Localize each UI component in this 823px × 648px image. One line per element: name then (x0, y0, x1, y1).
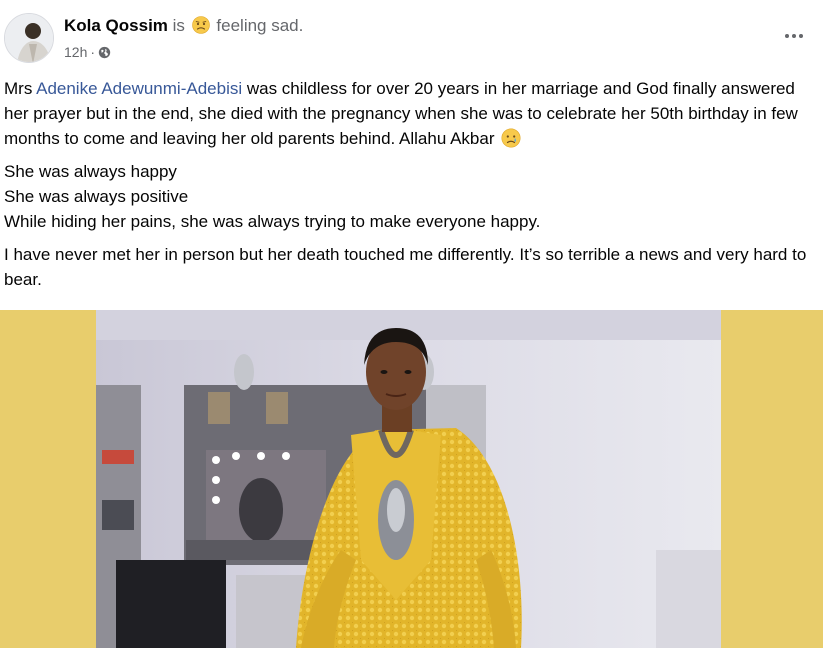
paragraph-1: Mrs Adenike Adewunmi-Adebisi was childle… (4, 76, 816, 151)
paragraph-2-line-1: She was always happy (4, 162, 177, 181)
paragraph-3: I have never met her in person but her d… (4, 245, 807, 289)
paragraph-2-line-3: While hiding her pains, she was always t… (4, 212, 541, 231)
paragraph-2-line-2: She was always positive (4, 187, 189, 206)
post-meta: 12h · (64, 43, 111, 61)
woman-portrait-image (96, 310, 721, 648)
paragraph-2: She was always happy She was always posi… (4, 159, 816, 234)
post-timestamp[interactable]: 12h (64, 43, 87, 61)
crying-face-icon (501, 128, 521, 148)
post-header: Kola Qossim is feeling sad. 12h · (0, 0, 823, 72)
globe-icon[interactable] (98, 46, 111, 59)
post-photo-container[interactable] (0, 310, 823, 648)
more-options-icon[interactable] (781, 26, 807, 46)
avatar-image (5, 14, 53, 62)
activity-feeling[interactable]: feeling sad. (216, 16, 303, 35)
post-photo[interactable] (96, 310, 721, 648)
author-line: Kola Qossim is feeling sad. (64, 15, 303, 37)
sad-face-icon (191, 16, 210, 34)
author-avatar[interactable] (4, 13, 54, 63)
paragraph-1-prefix: Mrs (4, 79, 37, 98)
activity-verb: is (172, 16, 185, 35)
meta-separator: · (90, 44, 96, 60)
post-text: Mrs Adenike Adewunmi-Adebisi was childle… (4, 76, 816, 300)
mention-link[interactable]: Adenike Adewunmi-Adebisi (36, 79, 242, 98)
author-name[interactable]: Kola Qossim (64, 16, 168, 35)
